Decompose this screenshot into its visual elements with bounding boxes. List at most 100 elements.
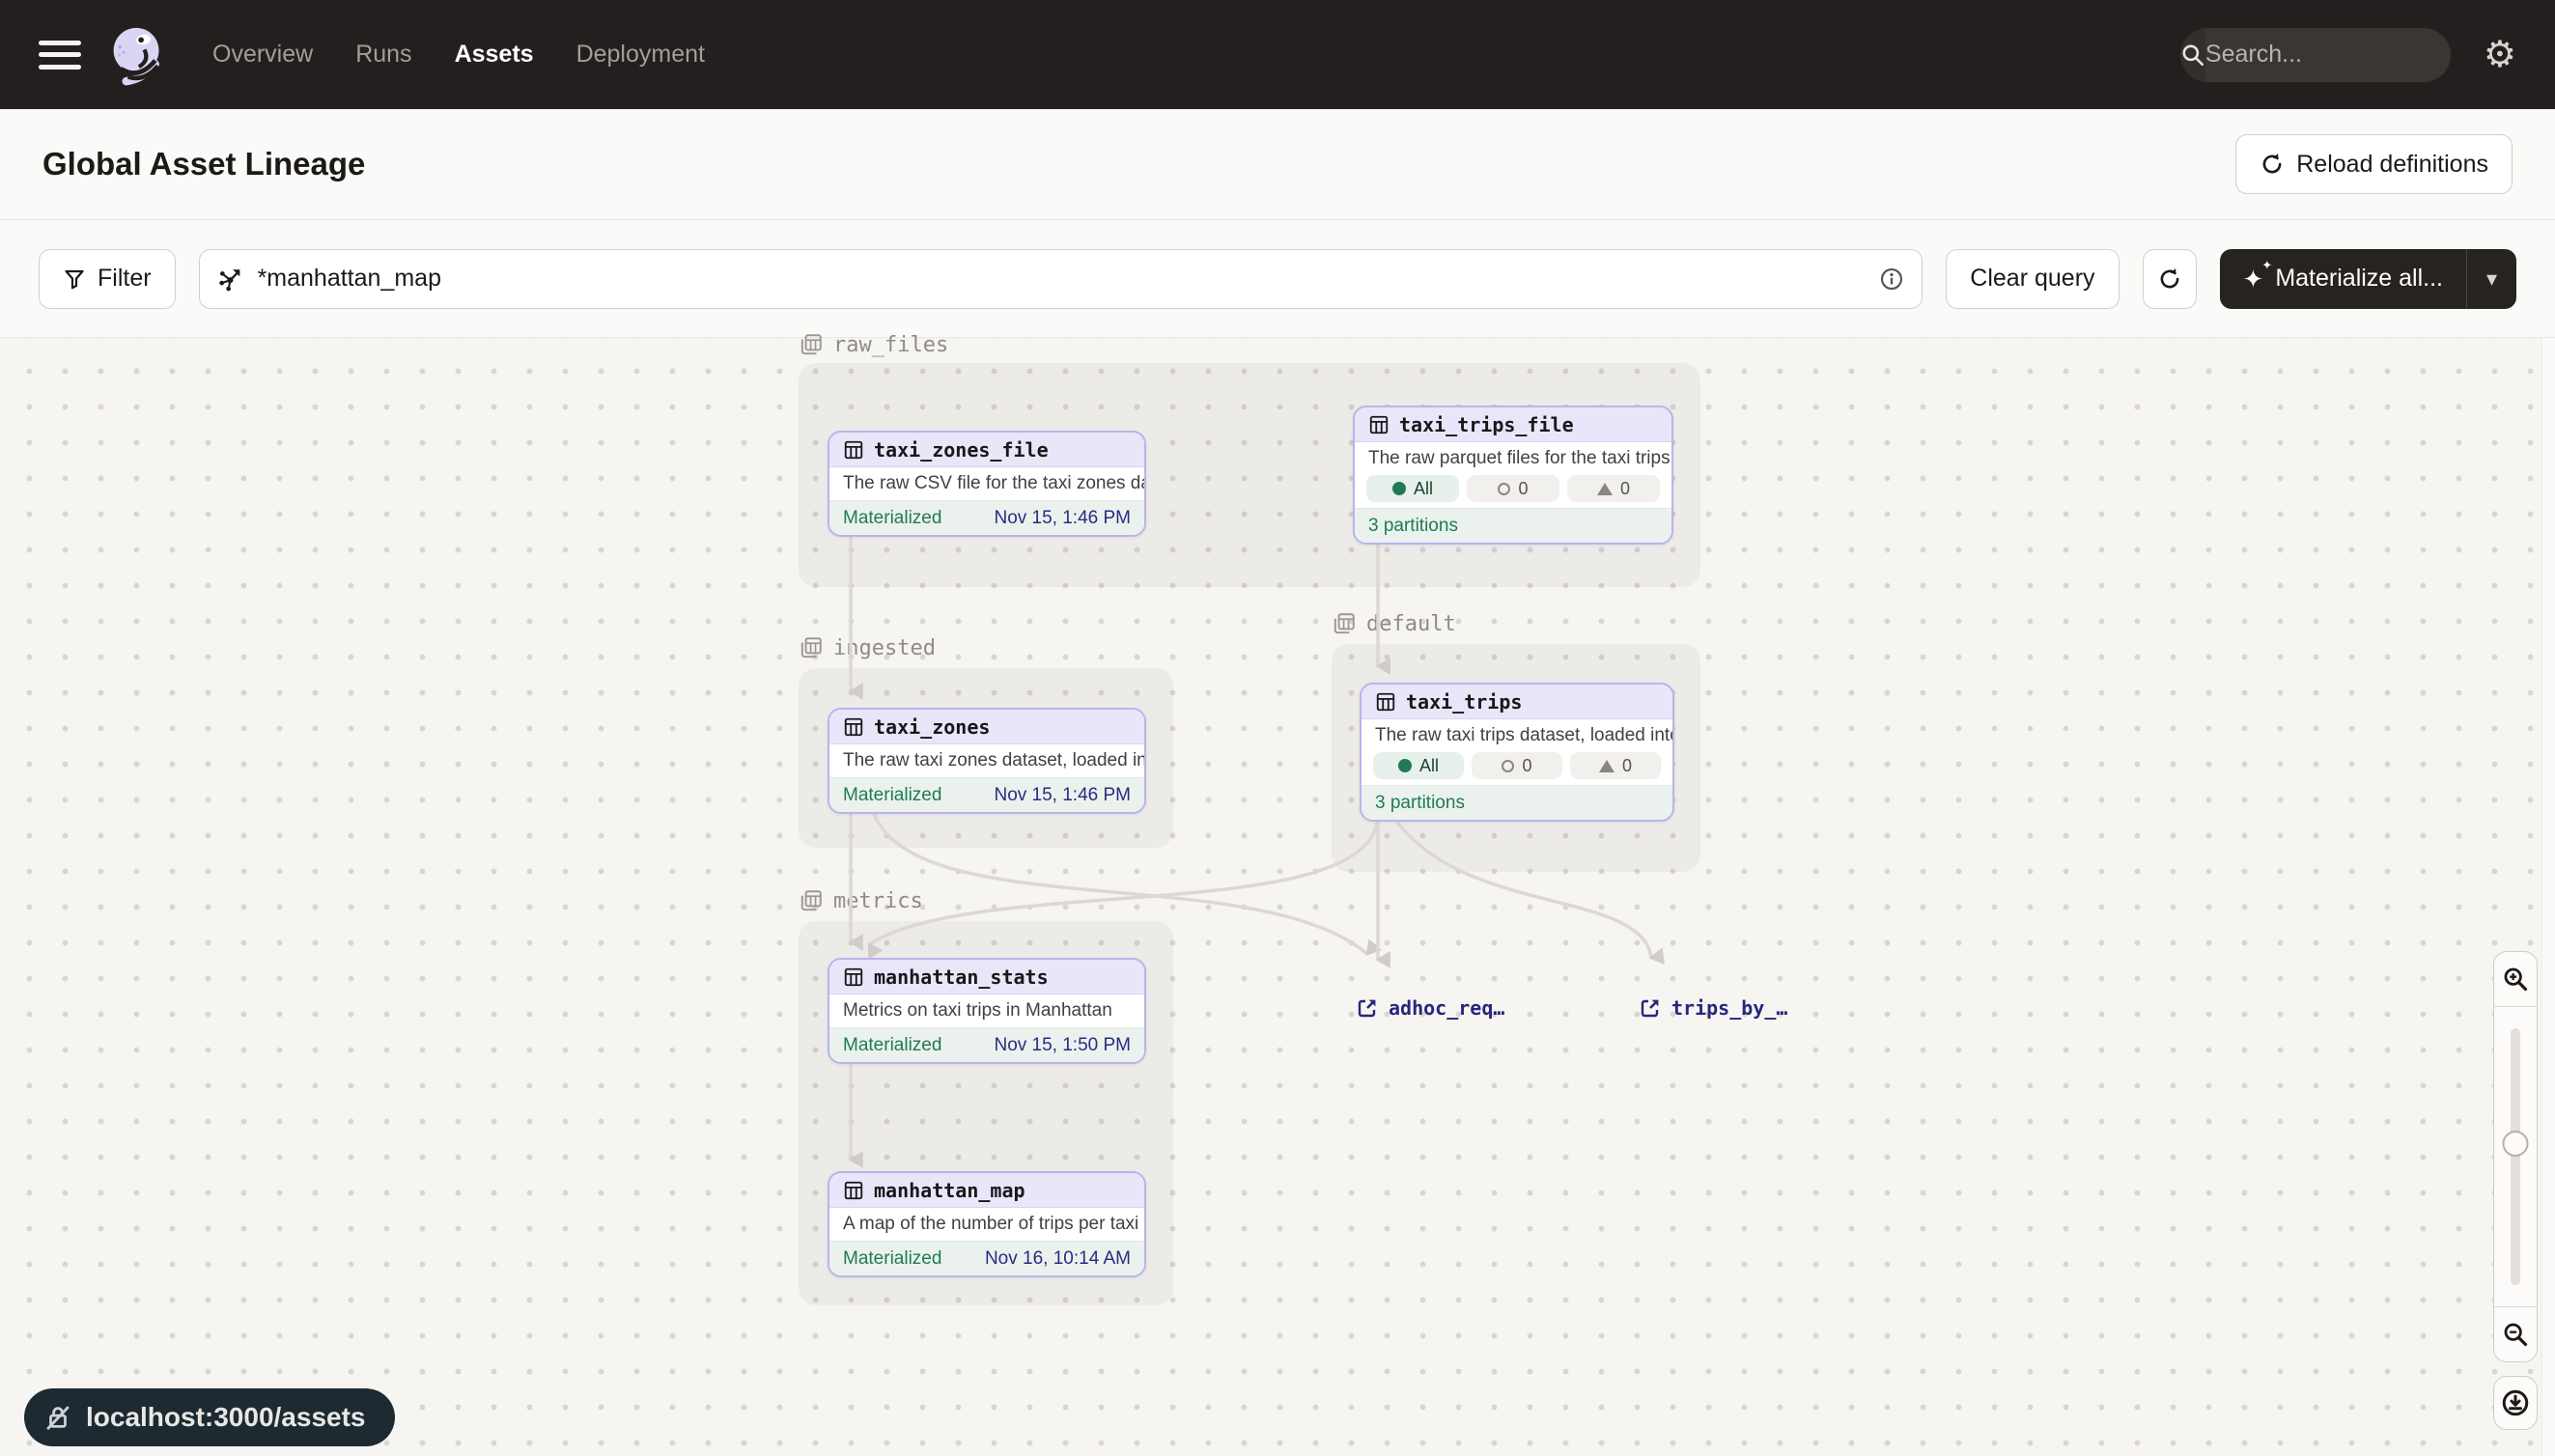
zoom-in-button[interactable] xyxy=(2494,952,2537,1006)
search-input[interactable] xyxy=(2205,41,2451,69)
asset-name: taxi_trips_file xyxy=(1399,413,1574,436)
group-label-raw-files[interactable]: raw_files xyxy=(799,332,948,357)
table-icon xyxy=(843,716,864,738)
external-asset-trips-by[interactable]: trips_by_… xyxy=(1639,996,1787,1020)
asset-description: The raw parquet files for the taxi trips… xyxy=(1355,442,1671,475)
asset-name: manhattan_map xyxy=(874,1179,1025,1202)
tab-deployment[interactable]: Deployment xyxy=(576,41,705,69)
external-link-icon xyxy=(1356,996,1379,1020)
asset-name: taxi_trips xyxy=(1406,690,1522,714)
primary-nav: Overview Runs Assets Deployment xyxy=(212,41,705,69)
group-table-icon xyxy=(799,635,824,660)
asset-node-taxi-trips[interactable]: taxi_trips The raw taxi trips dataset, l… xyxy=(1360,683,1674,822)
triangle-icon xyxy=(1599,760,1614,772)
table-icon xyxy=(843,1180,864,1201)
triangle-icon xyxy=(1597,483,1613,495)
zoom-controls xyxy=(2493,951,2538,1430)
zoom-slider-thumb[interactable] xyxy=(2503,1131,2529,1157)
group-label-ingested[interactable]: ingested xyxy=(799,635,936,660)
insecure-lock-icon xyxy=(43,1403,72,1432)
asset-name: manhattan_stats xyxy=(874,966,1049,989)
refresh-icon xyxy=(2157,266,2182,292)
materialization-timestamp: Nov 15, 1:46 PM xyxy=(994,785,1131,806)
ring-icon xyxy=(1502,760,1514,772)
table-icon xyxy=(1368,414,1390,435)
download-view-button[interactable] xyxy=(2493,1376,2538,1430)
materialize-dropdown-caret[interactable]: ▾ xyxy=(2466,249,2516,309)
reload-definitions-button[interactable]: Reload definitions xyxy=(2235,134,2513,194)
canvas-scrollbar[interactable] xyxy=(2541,338,2555,1456)
asset-name: taxi_zones xyxy=(874,715,990,739)
clear-query-button[interactable]: Clear query xyxy=(1946,249,2119,309)
asset-node-taxi-trips-file[interactable]: taxi_trips_file The raw parquet files fo… xyxy=(1353,406,1673,545)
zoom-slider[interactable] xyxy=(2494,1006,2537,1307)
asset-name: taxi_zones_file xyxy=(874,438,1049,462)
filter-button[interactable]: Filter xyxy=(39,249,176,309)
partition-health: All 0 0 xyxy=(1355,475,1671,508)
group-label-metrics[interactable]: metrics xyxy=(799,888,923,913)
status-badge: Materialized xyxy=(843,1248,941,1270)
partitions-missing-pill: 0 xyxy=(1570,752,1661,779)
page-header: Global Asset Lineage Reload definitions xyxy=(0,109,2555,220)
partitions-materialized-pill: All xyxy=(1366,475,1459,502)
reload-icon xyxy=(2260,152,2285,177)
group-table-icon xyxy=(799,888,824,913)
materialization-timestamp: Nov 15, 1:50 PM xyxy=(994,1035,1131,1056)
asset-node-taxi-zones-file[interactable]: taxi_zones_file The raw CSV file for the… xyxy=(828,431,1146,537)
info-icon[interactable] xyxy=(1879,266,1904,292)
tab-runs[interactable]: Runs xyxy=(355,41,411,69)
partitions-failed-pill: 0 xyxy=(1467,475,1559,502)
asset-node-manhattan-map[interactable]: manhattan_map A map of the number of tri… xyxy=(828,1171,1146,1277)
asset-description: The raw CSV file for the taxi zones dat.… xyxy=(829,467,1144,500)
search-icon xyxy=(2180,28,2205,82)
page-title: Global Asset Lineage xyxy=(42,146,365,182)
ring-icon xyxy=(1498,483,1510,495)
green-dot-icon xyxy=(1392,482,1406,495)
refresh-query-button[interactable] xyxy=(2143,249,2197,309)
lineage-canvas[interactable]: raw_files ingested default metrics xyxy=(0,338,2555,1456)
materialize-all-split-button: ✦✦ Materialize all... ▾ xyxy=(2220,249,2516,309)
menu-icon[interactable] xyxy=(39,41,81,70)
sparkle-icon: ✦✦ xyxy=(2243,266,2264,292)
asset-node-taxi-zones[interactable]: taxi_zones The raw taxi zones dataset, l… xyxy=(828,708,1146,814)
global-search[interactable]: / xyxy=(2180,28,2451,82)
partitions-count: 3 partitions xyxy=(1375,793,1465,814)
download-circle-icon xyxy=(2501,1388,2530,1417)
top-navbar: Overview Runs Assets Deployment / ⚙ xyxy=(0,0,2555,109)
partitions-failed-pill: 0 xyxy=(1472,752,1562,779)
funnel-icon xyxy=(63,267,86,291)
asset-selection-input[interactable] xyxy=(258,265,1867,293)
table-icon xyxy=(1375,691,1396,713)
table-icon xyxy=(843,439,864,461)
zoom-slider-track[interactable] xyxy=(2511,1028,2520,1285)
status-badge: Materialized xyxy=(843,785,941,806)
partitions-missing-pill: 0 xyxy=(1567,475,1660,502)
partitions-count: 3 partitions xyxy=(1368,516,1458,537)
zoom-out-button[interactable] xyxy=(2494,1307,2537,1361)
group-table-icon xyxy=(799,332,824,357)
settings-gear-icon[interactable]: ⚙ xyxy=(2484,37,2516,73)
asset-description: Metrics on taxi trips in Manhattan xyxy=(829,994,1144,1027)
asset-description: The raw taxi zones dataset, loaded int..… xyxy=(829,744,1144,777)
asset-description: A map of the number of trips per taxi z.… xyxy=(829,1208,1144,1241)
status-badge: Materialized xyxy=(843,508,941,529)
asset-description: The raw taxi trips dataset, loaded into … xyxy=(1362,719,1672,752)
green-dot-icon xyxy=(1398,759,1412,772)
table-icon xyxy=(843,966,864,988)
external-asset-adhoc-request[interactable]: adhoc_req… xyxy=(1356,996,1504,1020)
url-text: localhost:3000/assets xyxy=(86,1402,366,1433)
dagster-logo-icon[interactable] xyxy=(108,23,166,87)
tab-overview[interactable]: Overview xyxy=(212,41,313,69)
lineage-toolbar: Filter Clear query ✦✦ Material xyxy=(0,220,2555,338)
materialize-all-button[interactable]: ✦✦ Materialize all... xyxy=(2220,249,2466,309)
status-badge: Materialized xyxy=(843,1035,941,1056)
group-table-icon xyxy=(1332,611,1357,636)
materialization-timestamp: Nov 15, 1:46 PM xyxy=(994,508,1131,529)
materialization-timestamp: Nov 16, 10:14 AM xyxy=(985,1248,1131,1270)
partition-health: All 0 0 xyxy=(1362,752,1672,785)
partitions-materialized-pill: All xyxy=(1373,752,1464,779)
tab-assets[interactable]: Assets xyxy=(455,41,534,69)
asset-node-manhattan-stats[interactable]: manhattan_stats Metrics on taxi trips in… xyxy=(828,958,1146,1064)
external-link-icon xyxy=(1639,996,1662,1020)
group-label-default[interactable]: default xyxy=(1332,611,1456,636)
